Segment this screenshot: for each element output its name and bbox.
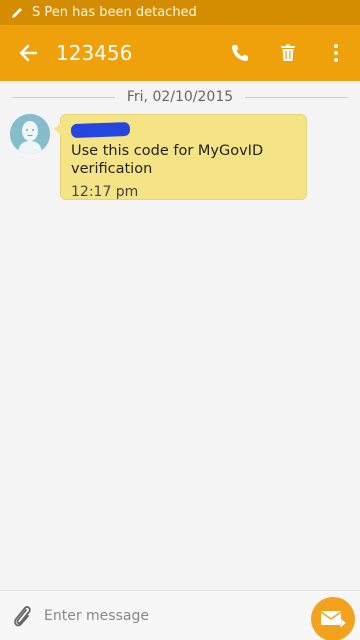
paperclip-icon [14,605,31,626]
attach-button[interactable] [0,591,44,640]
conversation-title: 123456 [56,41,133,65]
sender-name: redacted [70,121,131,139]
delete-icon [281,44,295,61]
message-bubble[interactable]: redacted Use this code for MyGovID verif… [54,114,307,200]
compose-bar [0,590,360,640]
back-button[interactable] [0,25,56,81]
app-bar: 123456 [0,25,360,81]
divider [245,96,348,98]
call-button[interactable] [216,25,264,81]
status-notification: S Pen has been detached [32,5,197,20]
message-row: redacted Use this code for MyGovID verif… [10,114,307,200]
divider [12,96,115,98]
pen-icon [10,6,24,20]
send-message-icon [320,611,346,627]
message-time: 12:17 pm [71,184,139,200]
more-icon [334,44,338,62]
more-options-button[interactable] [312,25,360,81]
message-text: Use this code for MyGovID verification [71,143,264,177]
status-bar: S Pen has been detached [0,0,360,25]
phone-icon [232,45,248,61]
person-icon [10,114,50,154]
date-label: Fri, 02/10/2015 [126,89,234,105]
delete-button[interactable] [264,25,312,81]
back-arrow-icon [19,44,38,62]
date-separator: Fri, 02/10/2015 [0,86,360,108]
send-button[interactable] [311,597,355,640]
avatar[interactable] [10,114,50,154]
